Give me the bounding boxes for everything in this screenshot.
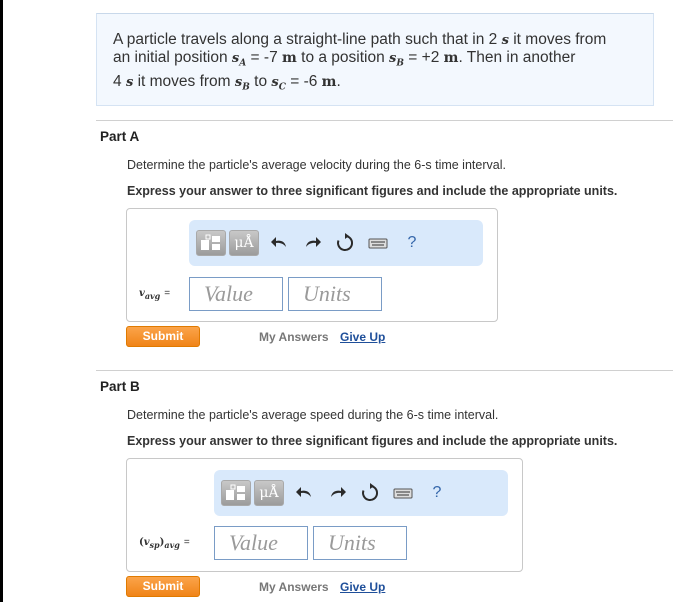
part-b-my-answers-link[interactable]: My Answers: [259, 580, 329, 594]
part-b-divider: [96, 370, 673, 371]
part-a-divider: [96, 120, 673, 121]
part-b-answer-label: (vsp)avg =: [139, 537, 190, 550]
help-icon[interactable]: ?: [401, 232, 423, 254]
part-a-math-toolbar: μÅ ?: [189, 220, 483, 266]
part-b-submit-button[interactable]: Submit: [126, 576, 200, 597]
part-b-give-up-link[interactable]: Give Up: [340, 580, 385, 594]
templates-button[interactable]: [221, 480, 251, 506]
keyboard-icon[interactable]: [392, 482, 414, 504]
undo-icon[interactable]: [294, 482, 316, 504]
part-a-submit-button[interactable]: Submit: [126, 326, 200, 347]
part-b-math-toolbar: μÅ ?: [214, 470, 508, 516]
help-icon[interactable]: ?: [426, 482, 448, 504]
part-a-units-input[interactable]: [288, 277, 382, 311]
part-b-answer-box: μÅ ? (vsp)avg =: [126, 458, 523, 572]
part-a-title: Part A: [100, 129, 140, 144]
part-a-answer-label: vavg =: [139, 288, 171, 301]
redo-icon[interactable]: [326, 482, 348, 504]
units-button[interactable]: μÅ: [229, 230, 259, 256]
part-b-units-input[interactable]: [313, 526, 407, 560]
part-b-description: Determine the particle's average speed d…: [127, 408, 499, 422]
window-left-edge: [0, 0, 3, 602]
problem-statement-text: A particle travels along a straight-line…: [113, 31, 607, 93]
units-button[interactable]: μÅ: [254, 480, 284, 506]
part-b-value-input[interactable]: [214, 526, 308, 560]
part-a-instruction: Express your answer to three significant…: [127, 184, 618, 198]
reset-icon[interactable]: [334, 232, 356, 254]
redo-icon[interactable]: [301, 232, 323, 254]
part-a-give-up-link[interactable]: Give Up: [340, 330, 385, 344]
part-a-my-answers-link[interactable]: My Answers: [259, 330, 329, 344]
part-b-instruction: Express your answer to three significant…: [127, 434, 618, 448]
problem-statement-box: A particle travels along a straight-line…: [96, 13, 654, 106]
templates-icon: [201, 234, 220, 250]
part-a-description: Determine the particle's average velocit…: [127, 158, 506, 172]
keyboard-icon[interactable]: [367, 232, 389, 254]
part-a-answer-box: μÅ ? vavg =: [126, 208, 498, 322]
reset-icon[interactable]: [359, 482, 381, 504]
templates-button[interactable]: [196, 230, 226, 256]
part-b-title: Part B: [100, 379, 140, 394]
templates-icon: [226, 484, 245, 500]
part-a-value-input[interactable]: [189, 277, 283, 311]
undo-icon[interactable]: [269, 232, 291, 254]
